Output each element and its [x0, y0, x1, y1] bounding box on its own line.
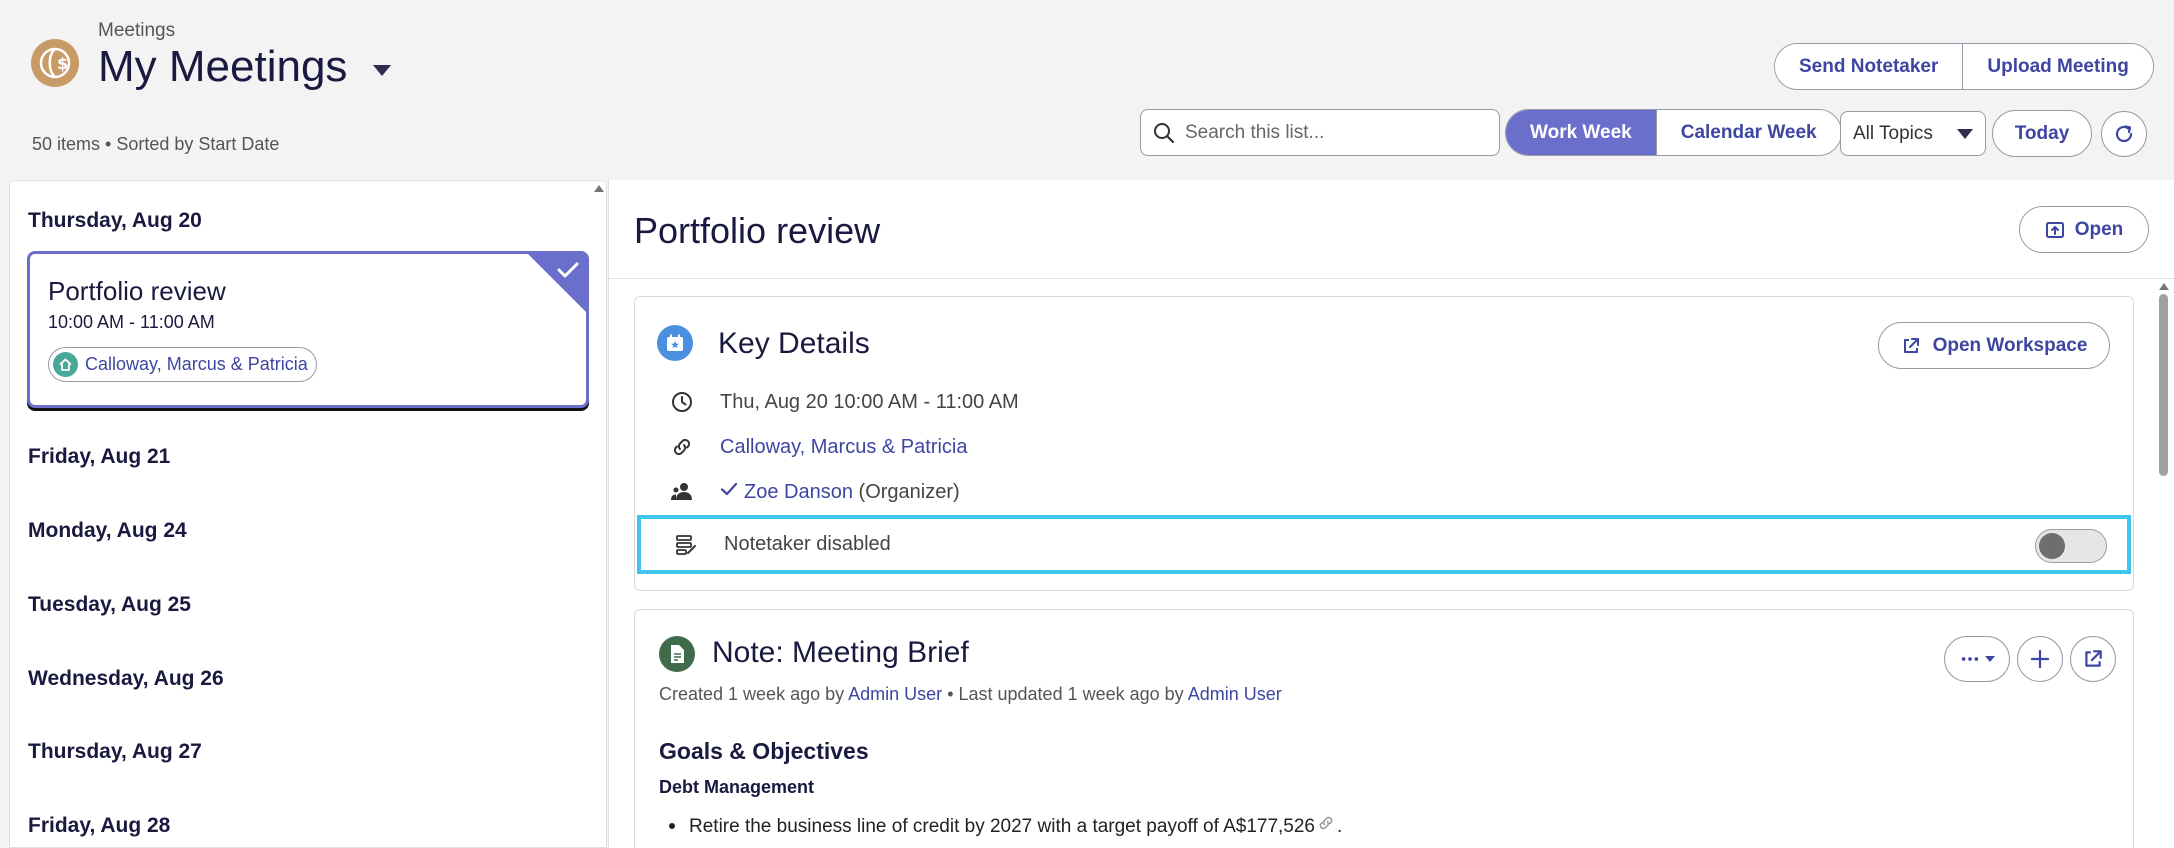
note-updated-by-link[interactable]: Admin User: [1188, 684, 1282, 704]
calendar-week-button[interactable]: Calendar Week: [1655, 110, 1841, 155]
attendees-icon: [669, 479, 695, 505]
external-link-icon: [2085, 650, 2102, 667]
plus-icon: [2030, 649, 2050, 669]
meeting-datetime: Thu, Aug 20 10:00 AM - 11:00 AM: [720, 390, 1019, 413]
notetaker-icon: [673, 532, 699, 558]
day-header: Tuesday, Aug 25: [28, 593, 191, 616]
caret-down-icon: [1957, 128, 1973, 139]
scrollbar-thumb[interactable]: [2159, 294, 2168, 476]
link-icon: [669, 434, 695, 460]
day-header: Wednesday, Aug 26: [28, 667, 224, 690]
key-details-card: Key Details Open Workspace Thu, Aug 20 1…: [634, 296, 2134, 591]
search-input[interactable]: [1185, 121, 1485, 144]
day-header: Friday, Aug 21: [28, 445, 171, 468]
household-link[interactable]: Calloway, Marcus & Patricia: [720, 436, 967, 459]
note-title: Note: Meeting Brief: [712, 636, 969, 669]
upload-meeting-button[interactable]: Upload Meeting: [1962, 44, 2153, 89]
note-bullet-text: Retire the business line of credit by 20…: [689, 816, 1315, 837]
scroll-up-arrow[interactable]: [594, 185, 604, 192]
datetime-row: Thu, Aug 20 10:00 AM - 11:00 AM: [669, 387, 1019, 417]
day-header: Thursday, Aug 27: [28, 740, 202, 763]
add-note-button[interactable]: [2017, 636, 2063, 682]
topics-select[interactable]: All Topics: [1840, 111, 1986, 156]
open-workspace-button[interactable]: Open Workspace: [1878, 322, 2110, 369]
accepted-check-icon: [720, 482, 738, 496]
day-header: Friday, Aug 28: [28, 814, 171, 837]
notetaker-status: Notetaker disabled: [724, 533, 891, 555]
scroll-up-arrow[interactable]: [2159, 283, 2169, 290]
household-icon: [53, 352, 78, 377]
more-icon: [1961, 657, 1978, 661]
notetaker-row: Notetaker disabled: [637, 515, 2131, 574]
checkmark-icon: [557, 262, 579, 278]
page-title-text: My Meetings: [98, 42, 348, 91]
note-card: Note: Meeting Brief Created 1 week ago b…: [634, 609, 2134, 848]
day-header: Thursday, Aug 20: [28, 209, 202, 232]
note-bullet-item: Retire the business line of credit by 20…: [669, 814, 1342, 838]
calendar-star-icon: [657, 325, 693, 361]
day-header: Monday, Aug 24: [28, 519, 187, 542]
note-heading: Goals & Objectives: [659, 738, 869, 764]
meeting-card-title: Portfolio review: [48, 276, 226, 306]
note-meta: Created 1 week ago by Admin User • Last …: [659, 684, 1282, 705]
open-workspace-label: Open Workspace: [1932, 334, 2088, 356]
open-record-icon: [2045, 221, 2064, 238]
open-button-label: Open: [2074, 218, 2124, 240]
household-row: Calloway, Marcus & Patricia: [669, 432, 967, 462]
search-box: [1140, 109, 1500, 156]
send-notetaker-button[interactable]: Send Notetaker: [1775, 44, 1963, 89]
caret-down-icon: [1984, 656, 1995, 662]
note-updated-prefix: • Last updated 1 week ago by: [947, 684, 1184, 704]
note-more-button[interactable]: [1944, 636, 2010, 682]
bullet-dot: [669, 823, 675, 829]
toggle-knob: [2039, 533, 2065, 559]
breadcrumb[interactable]: Meetings: [98, 20, 175, 42]
key-details-title: Key Details: [718, 327, 870, 360]
meeting-detail-panel: Portfolio review Open Key Details Open W…: [608, 180, 2174, 848]
today-button[interactable]: Today: [1992, 110, 2092, 157]
linked-value-icon[interactable]: [1317, 814, 1335, 832]
meeting-card-selected[interactable]: Portfolio review 10:00 AM - 11:00 AM Cal…: [27, 251, 589, 408]
meeting-list-panel: Thursday, Aug 20 Portfolio review 10:00 …: [9, 180, 607, 848]
note-created-prefix: Created 1 week ago by: [659, 684, 845, 704]
note-subheading: Debt Management: [659, 777, 815, 797]
organizer-link[interactable]: Zoe Danson: [744, 481, 853, 503]
organizer-row: Zoe Danson (Organizer): [669, 477, 960, 507]
popout-note-button[interactable]: [2070, 636, 2116, 682]
svg-text:$: $: [57, 54, 68, 73]
topics-select-value: All Topics: [1853, 122, 1933, 144]
note-document-icon: [659, 636, 695, 672]
divider: [609, 278, 2174, 279]
detail-title: Portfolio review: [634, 210, 881, 251]
external-link-icon: [1903, 337, 1919, 353]
work-week-button[interactable]: Work Week: [1506, 110, 1656, 155]
household-chip[interactable]: Calloway, Marcus & Patricia: [48, 347, 317, 382]
chevron-down-icon[interactable]: [373, 64, 392, 76]
open-button[interactable]: Open: [2019, 206, 2149, 253]
view-toggle-group: Work Week Calendar Week: [1505, 109, 1842, 156]
refresh-button[interactable]: [2101, 111, 2147, 157]
list-meta: 50 items • Sorted by Start Date: [32, 134, 280, 154]
app-logo-icon: $: [31, 39, 79, 87]
page-title: My Meetings: [98, 42, 392, 92]
organizer-info: Zoe Danson (Organizer): [720, 480, 960, 504]
refresh-icon: [2115, 125, 2133, 143]
clock-icon: [669, 389, 695, 415]
organizer-role: (Organizer): [858, 481, 960, 503]
note-created-by-link[interactable]: Admin User: [848, 684, 942, 704]
top-actions-group: Send Notetaker Upload Meeting: [1774, 43, 2154, 90]
household-chip-label: Calloway, Marcus & Patricia: [85, 354, 308, 374]
note-bullet-tail: .: [1337, 816, 1343, 837]
meeting-card-time: 10:00 AM - 11:00 AM: [48, 312, 215, 332]
search-icon: [1154, 122, 1175, 143]
notetaker-toggle[interactable]: [2035, 529, 2107, 563]
